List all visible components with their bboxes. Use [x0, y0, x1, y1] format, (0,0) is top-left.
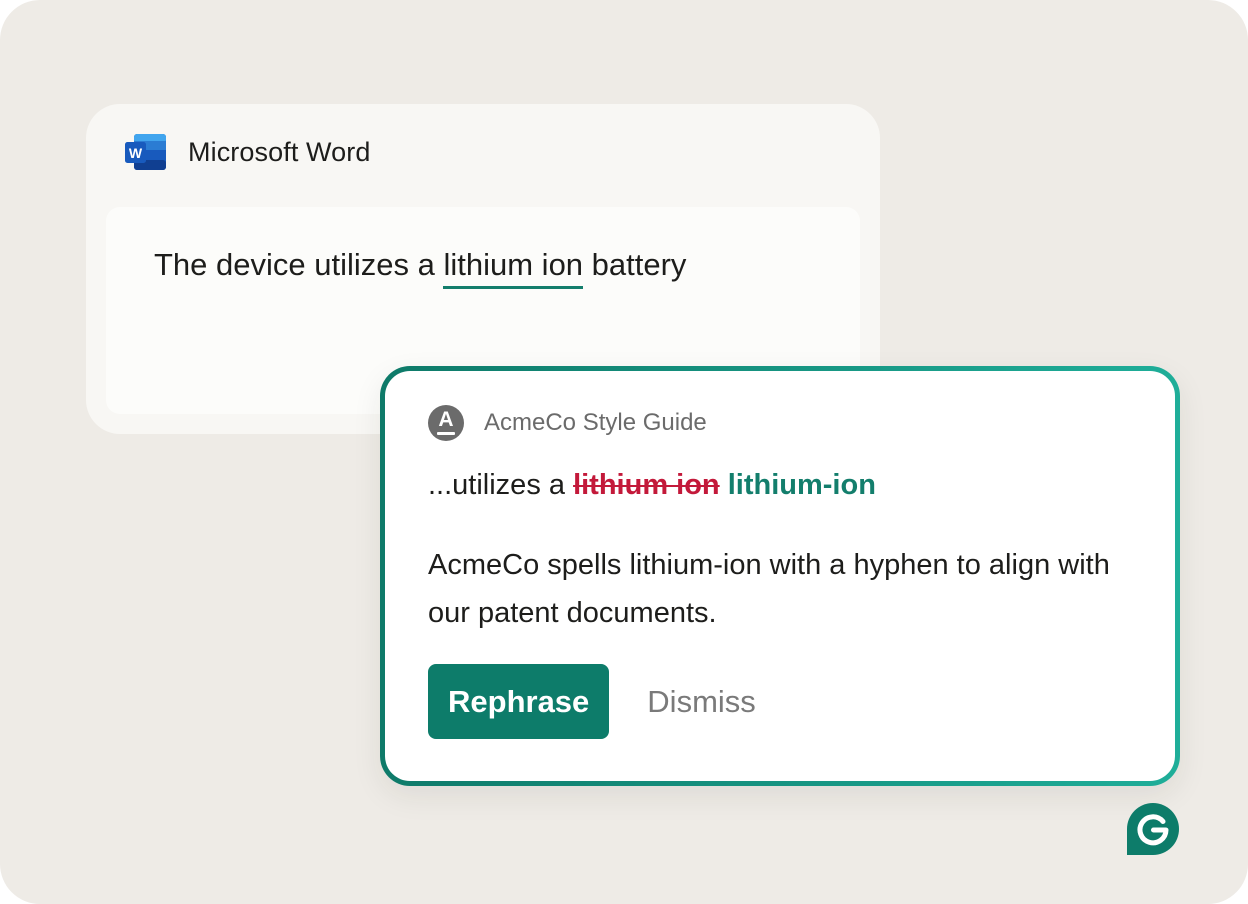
style-guide-letter: A [438, 408, 454, 431]
canvas-background: W Microsoft Word The device utilizes a l… [0, 0, 1248, 904]
style-guide-a-icon: A [428, 405, 464, 441]
document-text-after: battery [583, 247, 687, 282]
microsoft-word-icon: W [125, 134, 166, 170]
app-title: Microsoft Word [188, 136, 371, 167]
word-header: W Microsoft Word [124, 132, 370, 172]
grammarly-g-icon[interactable] [1126, 802, 1180, 856]
replacement-text[interactable]: lithium-ion [728, 469, 876, 501]
suggestion-card-body: A AcmeCo Style Guide ...utilizes a lithi… [385, 371, 1175, 781]
dismiss-button[interactable]: Dismiss [647, 684, 756, 720]
suggestion-actions: Rephrase Dismiss [428, 664, 756, 739]
document-text-before: The device utilizes a [154, 247, 444, 282]
style-guide-name: AcmeCo Style Guide [484, 409, 707, 436]
context-prefix: ...utilizes a [428, 469, 574, 501]
suggestion-explanation: AcmeCo spells lithium-ion with a hyphen … [428, 549, 1110, 629]
rephrase-button[interactable]: Rephrase [428, 664, 610, 739]
svg-text:W: W [129, 145, 143, 161]
suggestion-card: A AcmeCo Style Guide ...utilizes a lithi… [380, 366, 1180, 786]
suggestion-header: A AcmeCo Style Guide [428, 404, 707, 442]
flagged-text[interactable]: lithium ion [443, 249, 584, 289]
removed-text: lithium ion [573, 469, 720, 501]
suggestion-line: ...utilizes a lithium ion lithium-ion [428, 469, 876, 502]
document-line: The device utilizes a lithium ion batter… [154, 247, 686, 289]
